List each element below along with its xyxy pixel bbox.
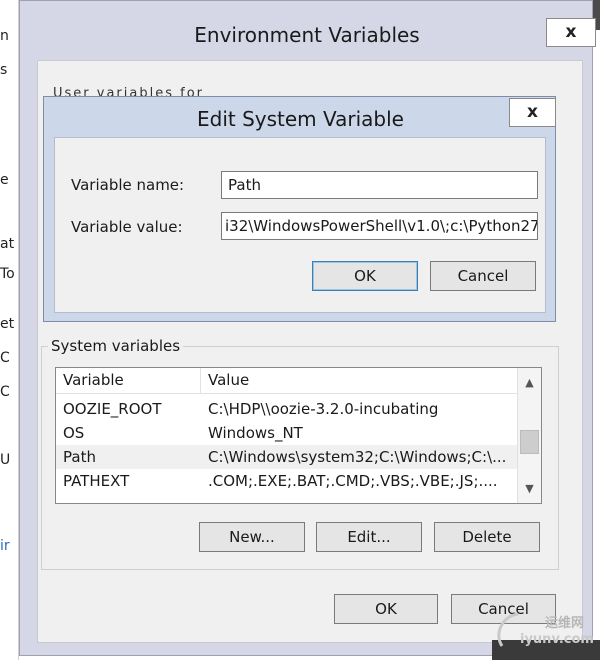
column-header-variable[interactable]: Variable: [56, 368, 201, 393]
dialog-title: Environment Variables: [194, 23, 420, 47]
vertical-scrollbar[interactable]: ▲ ▼: [517, 368, 541, 503]
edit-cancel-button[interactable]: Cancel: [430, 261, 536, 291]
variable-name-label: Variable name:: [71, 176, 185, 194]
list-header: Variable Value: [56, 368, 517, 394]
variable-value-field[interactable]: i32\WindowsPowerShell\v1.0\;c:\Python27: [221, 212, 538, 240]
variable-name-cell: PATHEXT: [63, 472, 130, 490]
scroll-thumb[interactable]: [520, 430, 539, 454]
variable-name-cell: OS: [63, 424, 85, 442]
background-text: U: [0, 452, 11, 468]
table-row[interactable]: PATHEXT .COM;.EXE;.BAT;.CMD;.VBS;.VBE;.J…: [56, 469, 517, 493]
background-text: e: [0, 172, 9, 188]
watermark-text: 运维网: [545, 616, 585, 631]
background-text: C: [0, 384, 10, 400]
table-row[interactable]: OOZIE_ROOT C:\HDP\\oozie-3.2.0-incubatin…: [56, 397, 517, 421]
scroll-up-icon[interactable]: ▲: [518, 373, 541, 393]
close-icon: x: [565, 22, 577, 42]
background-text: et: [0, 316, 15, 332]
new-button[interactable]: New...: [199, 522, 305, 552]
background-text: n: [0, 28, 9, 44]
system-variables-list[interactable]: Variable Value OOZIE_ROOT C:\HDP\\oozie-…: [55, 367, 542, 504]
ok-button[interactable]: OK: [334, 594, 438, 624]
system-variables-label: System variables: [48, 337, 184, 355]
dialog-title: Edit System Variable: [196, 107, 404, 131]
variable-value-cell: C:\Windows\system32;C:\Windows;C:\...: [208, 448, 507, 466]
variable-value-label: Variable value:: [71, 218, 183, 236]
edit-button[interactable]: Edit...: [316, 522, 422, 552]
variable-name-cell: OOZIE_ROOT: [63, 400, 162, 418]
close-button[interactable]: x: [509, 98, 556, 127]
background-text: s: [0, 62, 8, 78]
variable-name-field[interactable]: Path: [221, 171, 538, 199]
scroll-down-icon[interactable]: ▼: [518, 479, 541, 499]
table-row-selected[interactable]: Path C:\Windows\system32;C:\Windows;C:\.…: [56, 445, 517, 469]
close-icon: x: [527, 102, 538, 122]
variable-value-cell: .COM;.EXE;.BAT;.CMD;.VBS;.VBE;.JS;....: [208, 472, 498, 490]
background-link[interactable]: ir: [0, 538, 10, 554]
background-text: C: [0, 350, 10, 366]
close-button[interactable]: x: [546, 18, 596, 47]
background-text: To: [0, 266, 15, 282]
background-text: at: [0, 236, 15, 252]
variable-value-cell: Windows_NT: [208, 424, 303, 442]
delete-button[interactable]: Delete: [434, 522, 540, 552]
column-header-value[interactable]: Value: [201, 368, 517, 393]
table-row[interactable]: OS Windows_NT: [56, 421, 517, 445]
watermark-text: iyunv.com: [520, 632, 594, 647]
variable-name-cell: Path: [63, 448, 96, 466]
variable-value-cell: C:\HDP\\oozie-3.2.0-incubating: [208, 400, 439, 418]
edit-ok-button[interactable]: OK: [312, 261, 418, 291]
